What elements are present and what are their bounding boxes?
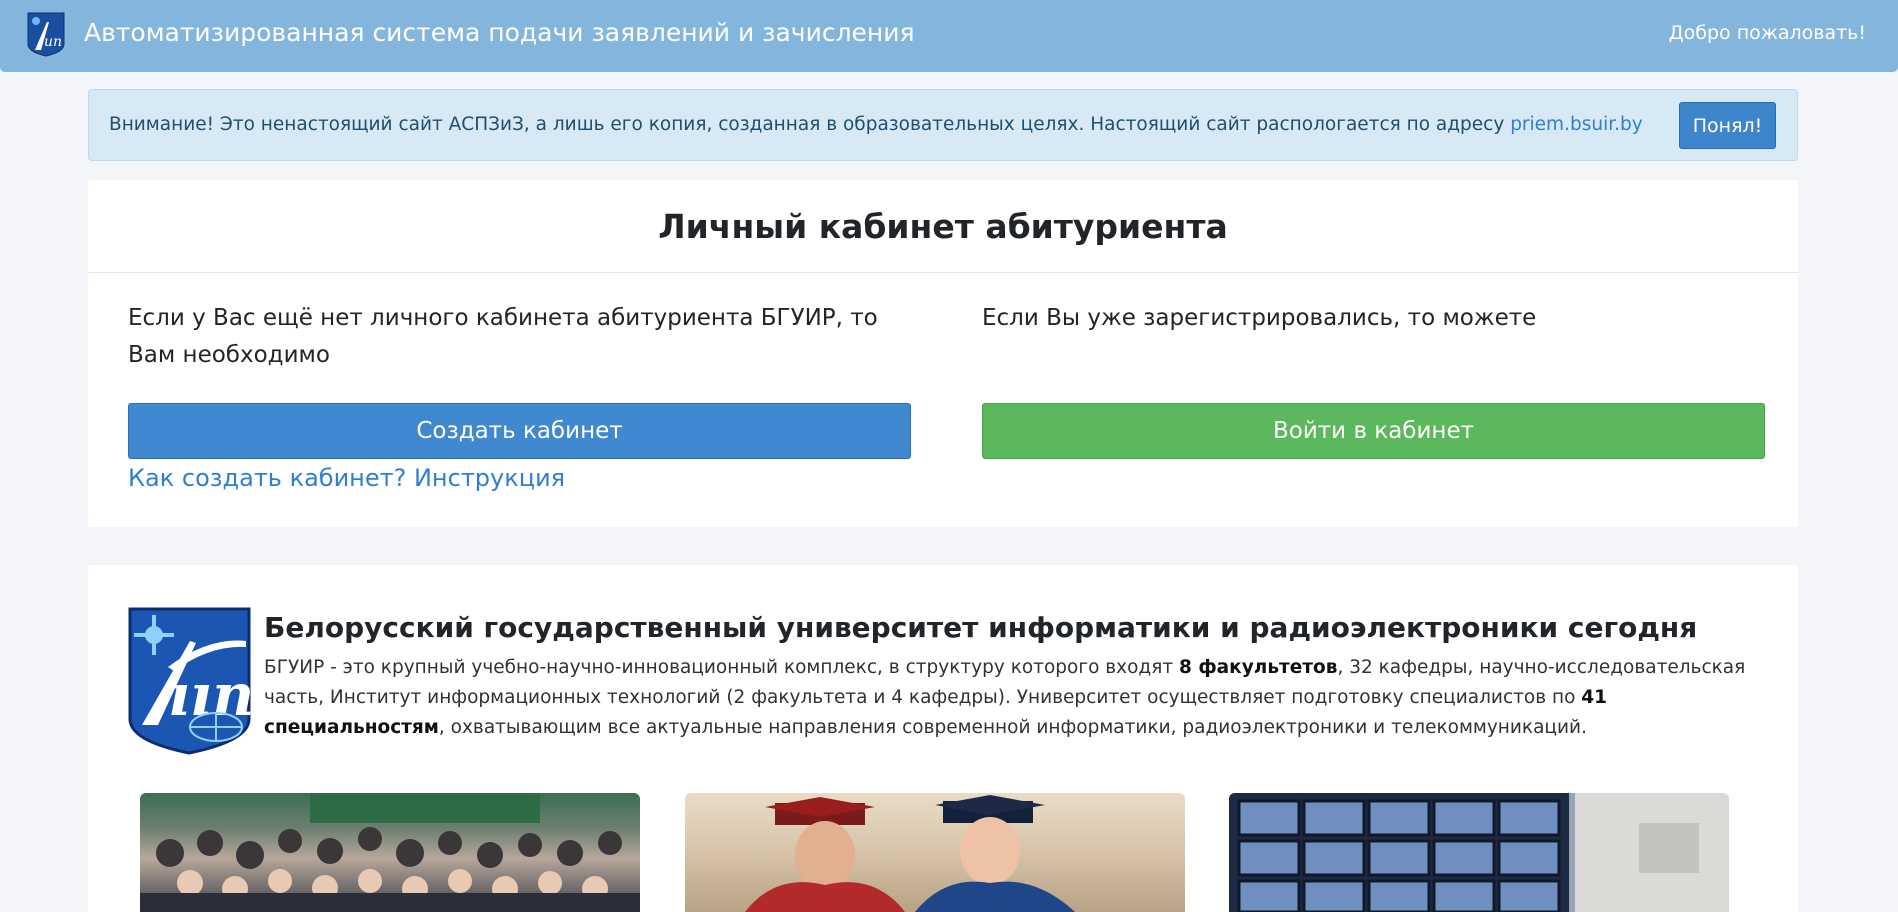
login-prompt: Если Вы уже зарегистрировались, то может… [982, 305, 1537, 331]
video-wall-photo [1229, 793, 1729, 912]
info-alert: Внимание! Это ненастоящий сайт АСПЗиЗ, а… [88, 89, 1798, 161]
alert-text: Внимание! Это ненастоящий сайт АСПЗиЗ, а… [109, 114, 1511, 135]
students-group-photo [140, 793, 640, 912]
cabinet-card: Личный кабинет абитуриента Если у Вас ещ… [88, 180, 1798, 527]
alert-message: Внимание! Это ненастоящий сайт АСПЗиЗ, а… [109, 114, 1643, 135]
desc-part-3: , охватывающим все актуальные направлени… [438, 717, 1587, 738]
svg-text:un: un [44, 34, 62, 50]
faculties-count: 8 факультетов [1179, 657, 1338, 678]
alert-dismiss-button[interactable]: Понял! [1679, 102, 1776, 149]
cabinet-card-header: Личный кабинет абитуриента [88, 180, 1798, 273]
graduation-photo [685, 793, 1185, 912]
welcome-text: Добро пожаловать! [1668, 22, 1866, 44]
university-title: Белорусский государственный университет … [264, 611, 1698, 644]
instruction-link[interactable]: Как создать кабинет? Инструкция [128, 464, 565, 492]
register-prompt: Если у Вас ещё нет личного кабинета абит… [128, 305, 878, 368]
navbar: un Автоматизированная система подачи зая… [0, 0, 1898, 72]
login-cabinet-button[interactable]: Войти в кабинет [982, 403, 1765, 459]
app-title: Автоматизированная система подачи заявле… [84, 18, 915, 47]
bsuir-logo-icon[interactable]: un [27, 12, 65, 57]
cabinet-title: Личный кабинет абитуриента [658, 207, 1228, 246]
create-cabinet-button[interactable]: Создать кабинет [128, 403, 911, 459]
alert-link[interactable]: priem.bsuir.by [1510, 114, 1643, 135]
university-emblem-icon: ıın [128, 607, 251, 755]
university-card: ıın Белорусский государственный универси… [88, 565, 1798, 912]
desc-part-1: БГУИР - это крупный учебно-научно-иннова… [264, 657, 1180, 678]
university-description: БГУИР - это крупный учебно-научно-иннова… [264, 653, 1764, 743]
